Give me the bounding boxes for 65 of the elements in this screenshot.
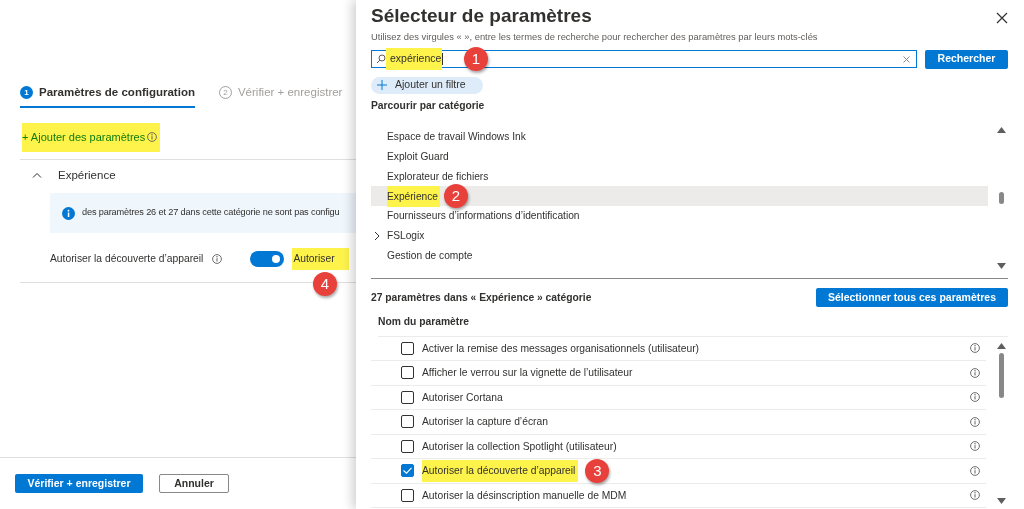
info-icon	[970, 490, 980, 501]
checkbox[interactable]	[401, 341, 414, 355]
toggle-switch[interactable]	[250, 251, 285, 268]
scroll-down-icon[interactable]	[996, 263, 1006, 270]
category-item[interactable]: Espace de travail Windows Ink	[371, 127, 988, 147]
info-icon	[62, 206, 75, 220]
info-text: des paramètres 26 et 27 dans cette catégorie ne sont pas configu	[82, 206, 340, 220]
setting-label: Autoriser la découverte d’appareil	[50, 252, 204, 267]
callout-badge: 4	[313, 272, 337, 297]
footer-button[interactable]: Vérifier + enregistrer	[15, 474, 143, 493]
clear-icon[interactable]	[903, 55, 910, 63]
setting-name: Autoriser la collection Spotlight (utilisateur)	[422, 439, 618, 454]
scroll-down-icon[interactable]	[996, 498, 1006, 505]
scroll-up-icon[interactable]	[996, 342, 1006, 349]
close-icon[interactable]	[996, 12, 1008, 24]
plus-icon	[377, 80, 387, 91]
panel-title: Sélecteur de paramètres	[371, 4, 592, 28]
info-icon	[970, 392, 980, 403]
checkbox[interactable]	[401, 366, 414, 380]
category-item[interactable]: Expérience 2	[371, 186, 988, 206]
category-item[interactable]: Explorateur de fichiers	[371, 166, 988, 187]
select-all-button[interactable]: Sélectionner tous ces paramètres	[815, 288, 1008, 308]
column-header: Nom du paramètre	[378, 314, 1008, 337]
setting-name: Autoriser la capture d’écran	[422, 415, 549, 430]
hint-text: Utilisez des virgules « », entre les termes de recherche pour rechercher des paramètres par leurs mots-clés	[371, 29, 819, 44]
checkbox[interactable]	[401, 488, 414, 502]
wizard-tab[interactable]: 1 Paramètres de configuration	[20, 84, 195, 109]
search-icon	[376, 54, 386, 65]
info-icon	[970, 416, 980, 427]
setting-name: Autoriser la découverte d’appareil	[422, 460, 579, 482]
category-item[interactable]: Fournisseurs d’informations d’identification	[371, 206, 988, 226]
collapse-chevron-icon[interactable]	[32, 172, 42, 179]
info-icon	[970, 343, 980, 354]
search-button[interactable]: Rechercher	[925, 49, 1008, 69]
checkbox[interactable]	[401, 415, 414, 429]
category-item[interactable]: Exploit Guard	[371, 146, 988, 167]
setting-name: Autoriser la désinscription manuelle de MDM	[422, 488, 628, 503]
checkbox[interactable]	[401, 390, 414, 404]
scroll-up-icon[interactable]	[996, 127, 1006, 134]
results-heading: 27 paramètres dans « Expérience » catégorie	[371, 291, 592, 305]
info-icon	[147, 132, 158, 143]
checkmark-icon	[403, 467, 412, 475]
add-filter-button[interactable]: Ajouter un filtre	[371, 76, 483, 94]
checkbox[interactable]	[401, 464, 414, 478]
setting-name: Afficher le verrou sur la vignette de l’utilisateur	[422, 366, 634, 381]
callout-badge: 3	[585, 458, 610, 483]
category-item[interactable]: Gestion de compte	[371, 245, 988, 266]
search-field[interactable]: expérience 1	[371, 50, 917, 69]
checkbox[interactable]	[401, 439, 414, 453]
expand-chevron-icon[interactable]	[374, 230, 380, 241]
section-title: Expérience	[58, 167, 116, 183]
info-icon	[970, 465, 980, 476]
toggle-value: Autoriser	[292, 248, 349, 270]
info-icon	[970, 441, 980, 452]
scrollbar-thumb[interactable]	[998, 192, 1004, 205]
setting-name: Activer la remise des messages organisationnels (utilisateur)	[422, 341, 700, 356]
category-item[interactable]: FSLogix	[371, 225, 988, 246]
footer-button[interactable]: Annuler	[159, 474, 229, 493]
section-heading: Parcourir par catégorie	[371, 98, 486, 113]
scrollbar-thumb[interactable]	[998, 352, 1004, 398]
callout-badge: 2	[443, 184, 468, 209]
callout-badge: 1	[464, 47, 488, 72]
info-icon	[970, 367, 980, 378]
info-icon	[212, 254, 223, 265]
setting-name: Autoriser Cortana	[422, 390, 504, 405]
